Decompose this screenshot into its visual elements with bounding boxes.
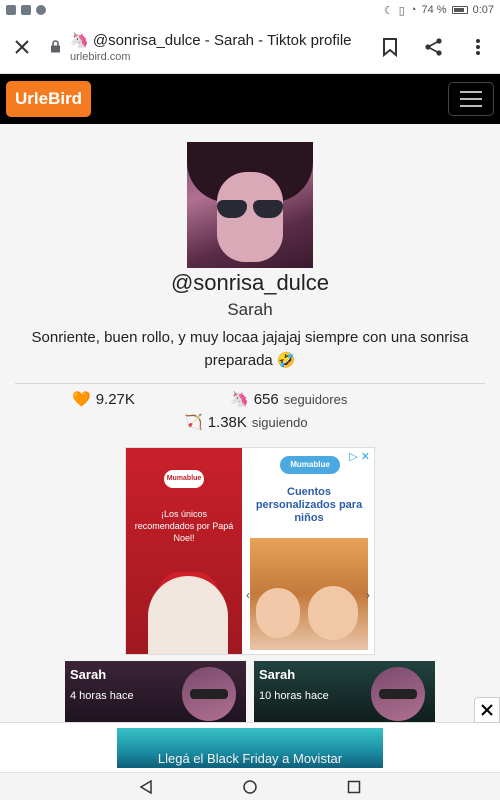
page-host: urlebird.com xyxy=(70,50,131,63)
santa-illustration xyxy=(148,576,228,654)
close-tab-button[interactable] xyxy=(0,20,44,74)
menu-icon xyxy=(460,91,482,93)
urlebird-logo[interactable]: UrleBird xyxy=(6,81,92,117)
ad-left-text: ¡Los únicos recomendados por Papá Noel! xyxy=(134,509,234,543)
close-icon xyxy=(481,704,493,716)
vibrate-icon: ▯ xyxy=(398,4,405,17)
share-button[interactable] xyxy=(412,20,456,74)
ad-right-panel: Mumablue Cuentos personalizados para niñ… xyxy=(242,448,374,654)
close-icon xyxy=(15,39,29,54)
ad-next-arrow[interactable]: › xyxy=(366,588,370,602)
likes-count: 9.27K xyxy=(95,390,135,408)
ad-child-1 xyxy=(256,588,300,638)
system-nav-bar xyxy=(0,772,500,800)
share-icon xyxy=(425,37,442,56)
video-author: Sarah xyxy=(259,667,296,682)
lock-icon xyxy=(48,40,62,54)
bow-arrow-icon: 🏹 xyxy=(184,414,203,431)
bookmark-icon xyxy=(383,37,397,57)
wifi-icon: ◔ xyxy=(409,4,417,16)
profile-handle: @sonrisa_dulce xyxy=(170,270,330,295)
ad-brand-logo-2: Mumablue xyxy=(280,456,340,474)
profile-bio: Sonriente, buen rollo, y muy locaa jajaj… xyxy=(31,329,469,369)
video-card[interactable]: Sarah 10 horas hace xyxy=(254,661,435,723)
moon-icon: ☾ xyxy=(383,4,394,17)
banner-ad-text: Llegá el Black Friday a Movistar xyxy=(157,751,343,766)
ad-right-text: Cuentos personalizados para niños xyxy=(255,486,363,524)
ad-brand-logo: Mumablue xyxy=(164,470,204,488)
likes-stat: 🧡 9.27K xyxy=(72,390,135,409)
bookmark-button[interactable] xyxy=(368,20,412,74)
page-title: 🦄 @sonrisa_dulce - Sarah - Tiktok profil… xyxy=(70,31,352,49)
back-icon[interactable] xyxy=(139,779,153,794)
avatar xyxy=(187,142,313,268)
recents-icon[interactable] xyxy=(347,780,361,794)
banner-close-button[interactable] xyxy=(474,697,500,723)
status-bar: ☾ ▯ ◔ 74 % 0:07 xyxy=(0,0,500,20)
message-icon xyxy=(6,5,16,15)
display-ad[interactable]: Mumablue ¡Los únicos recomendados por Pa… xyxy=(125,447,375,655)
menu-toggle-button[interactable] xyxy=(448,82,494,116)
following-stat: 🏹 1.38K siguiendo xyxy=(184,413,308,432)
following-label: siguiendo xyxy=(251,414,308,430)
followers-count: 656 xyxy=(253,390,279,408)
profile-name: Sarah xyxy=(227,300,273,319)
bottom-banner: Llegá el Black Friday a Movistar xyxy=(0,697,500,772)
app-icon xyxy=(36,5,46,15)
unicorn-icon: 🦄 xyxy=(230,391,249,408)
banner-ad[interactable]: Llegá el Black Friday a Movistar xyxy=(117,728,383,768)
divider xyxy=(15,383,485,384)
ad-child-2 xyxy=(308,586,358,640)
video-time: 10 horas hace xyxy=(259,690,329,702)
notification-icons xyxy=(6,5,46,15)
heart-icon: 🧡 xyxy=(72,391,91,408)
home-icon[interactable] xyxy=(243,779,257,794)
battery-icon xyxy=(451,6,468,14)
battery-percent: 74 % xyxy=(421,4,447,16)
followers-stat: 🦄 656 seguidores xyxy=(230,390,348,409)
more-options-button[interactable] xyxy=(456,20,500,74)
followers-label: seguidores xyxy=(283,391,348,407)
system-icons: ☾ ▯ ◔ 74 % 0:07 xyxy=(384,4,494,17)
ad-left-panel: Mumablue ¡Los únicos recomendados por Pa… xyxy=(126,448,242,654)
url-block[interactable]: 🦄 @sonrisa_dulce - Sarah - Tiktok profil… xyxy=(70,31,368,63)
notification-icon xyxy=(21,5,31,15)
adchoices-icon[interactable]: ▷ ✕ xyxy=(349,450,370,463)
video-author: Sarah xyxy=(70,667,107,682)
site-header: UrleBird xyxy=(0,74,500,124)
ad-prev-arrow[interactable]: ‹ xyxy=(246,588,250,602)
clock: 0:07 xyxy=(472,4,494,16)
following-count: 1.38K xyxy=(207,413,247,431)
unicorn-icon: 🦄 xyxy=(70,31,89,49)
more-vert-icon xyxy=(476,38,480,55)
video-time: 4 horas hace xyxy=(70,690,134,702)
browser-toolbar: 🦄 @sonrisa_dulce - Sarah - Tiktok profil… xyxy=(0,20,500,74)
video-card[interactable]: Sarah 4 horas hace xyxy=(65,661,246,723)
